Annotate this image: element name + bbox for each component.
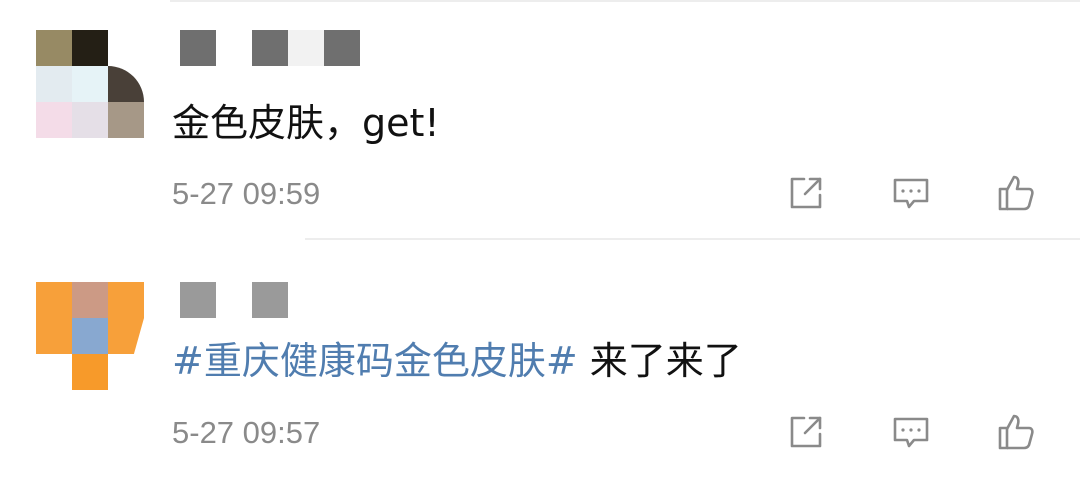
comment-icon [893, 417, 929, 448]
comment-time: 5-27 09:59 [172, 176, 321, 211]
like-button[interactable] [993, 409, 1039, 455]
avatar[interactable] [36, 30, 144, 138]
comment-icon [893, 178, 929, 209]
comment-button[interactable] [888, 170, 934, 216]
like-icon [998, 414, 1034, 450]
comment-text: #重庆健康码金色皮肤# 来了来了 [172, 338, 742, 384]
share-icon [790, 177, 822, 209]
hashtag-link[interactable]: #重庆健康码金色皮肤# [172, 339, 578, 383]
comment-button[interactable] [888, 409, 934, 455]
comment-item: #重庆健康码金色皮肤# 来了来了 5-27 09:57 [0, 240, 1080, 480]
share-button[interactable] [783, 170, 829, 216]
like-icon [998, 175, 1034, 211]
username[interactable] [180, 282, 290, 318]
comment-text: 金色皮肤，get! [172, 101, 440, 145]
comment-text-body: 来了来了 [577, 339, 742, 383]
avatar[interactable] [36, 282, 144, 390]
share-button[interactable] [783, 409, 829, 455]
share-icon [790, 416, 822, 448]
comment-item: 金色皮肤，get! 5-27 09:59 [0, 0, 1080, 240]
comment-time: 5-27 09:57 [172, 415, 321, 450]
comment-list: 金色皮肤，get! 5-27 09:59 #重庆健康码金色皮肤# 来了来了 5-… [0, 0, 1080, 480]
username[interactable] [180, 30, 360, 66]
like-button[interactable] [993, 170, 1039, 216]
